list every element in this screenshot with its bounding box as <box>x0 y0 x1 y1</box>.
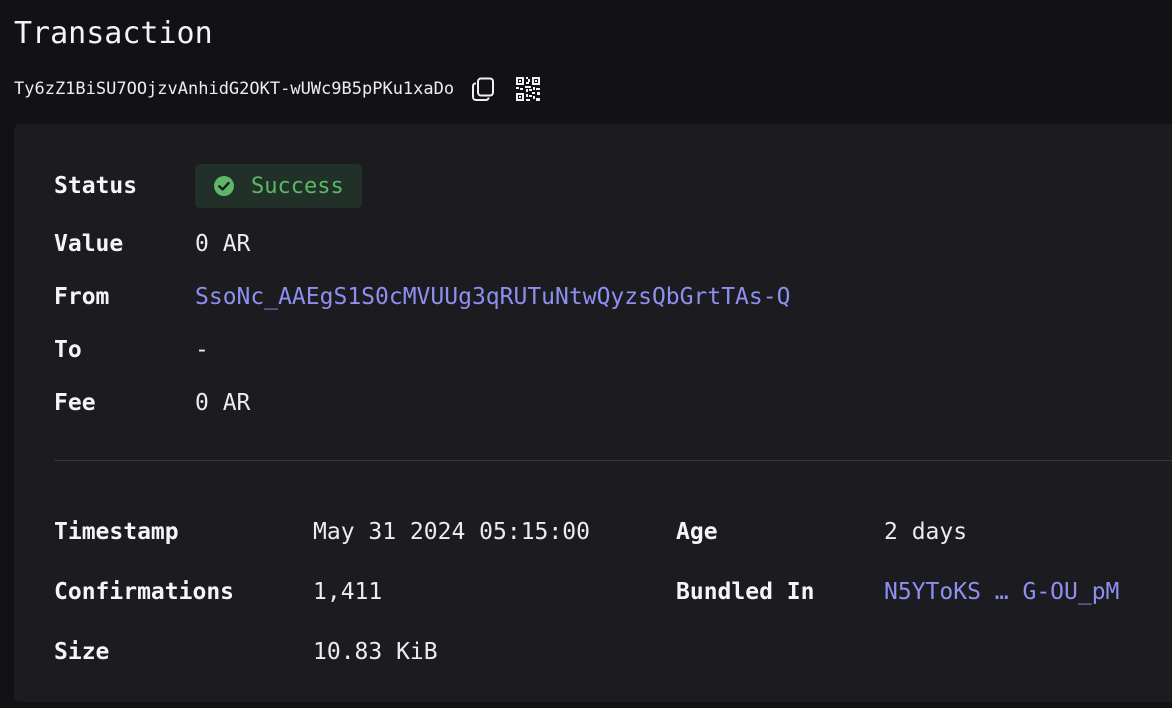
age-value: 2 days <box>884 519 968 545</box>
fee-value: 0 AR <box>195 390 251 416</box>
to-value: - <box>195 337 209 363</box>
transaction-details-card: Status Success Value 0 AR From SsoNc_AAE… <box>14 124 1172 702</box>
status-value: Success <box>251 173 344 199</box>
transaction-page: Transaction Ty6zZ1BiSU7OOjzvAnhidG2OKT-w… <box>0 0 1172 708</box>
status-row: Status Success <box>54 164 362 208</box>
size-row: Size 10.83 KiB <box>54 634 438 670</box>
value-label: Value <box>54 231 124 257</box>
transaction-id-row: Ty6zZ1BiSU7OOjzvAnhidG2OKT-wUWc9B5pPKu1x… <box>14 74 542 104</box>
bundled-in-row: Bundled In N5YToKS … G-OU_pM <box>676 574 1119 610</box>
transaction-id[interactable]: Ty6zZ1BiSU7OOjzvAnhidG2OKT-wUWc9B5pPKu1x… <box>14 79 454 99</box>
bundled-in-label: Bundled In <box>676 579 815 605</box>
copy-icon[interactable] <box>470 75 498 103</box>
page-title: Transaction <box>14 16 213 51</box>
bundled-in-link[interactable]: N5YToKS … G-OU_pM <box>884 579 1119 605</box>
from-row: From SsoNc_AAEgS1S0cMVUUg3qRUTuNtwQyzsQb… <box>54 279 790 315</box>
value-amount: 0 AR <box>195 231 251 257</box>
confirmations-label: Confirmations <box>54 579 235 605</box>
to-row: To - <box>54 332 209 368</box>
fee-row: Fee 0 AR <box>54 385 250 421</box>
to-label: To <box>54 337 82 363</box>
fee-label: Fee <box>54 390 96 416</box>
timestamp-row: Timestamp May 31 2024 05:15:00 <box>54 514 635 550</box>
confirmations-row: Confirmations 1,411 <box>54 574 382 610</box>
check-circle-icon <box>213 175 235 197</box>
from-address-link[interactable]: SsoNc_AAEgS1S0cMVUUg3qRUTuNtwQyzsQbGrtTA… <box>195 284 790 310</box>
age-row: Age 2 days <box>676 514 967 550</box>
value-row: Value 0 AR <box>54 226 250 262</box>
size-label: Size <box>54 639 110 665</box>
status-label: Status <box>54 173 138 199</box>
from-label: From <box>54 284 110 310</box>
section-divider <box>54 460 1172 461</box>
age-label: Age <box>676 519 718 545</box>
status-badge: Success <box>195 164 362 208</box>
confirmations-value: 1,411 <box>313 579 383 605</box>
size-value: 10.83 KiB <box>313 639 438 665</box>
timestamp-value: May 31 2024 05:15:00 <box>313 519 590 545</box>
timestamp-label: Timestamp <box>54 519 179 545</box>
qr-code-icon[interactable] <box>514 75 542 103</box>
